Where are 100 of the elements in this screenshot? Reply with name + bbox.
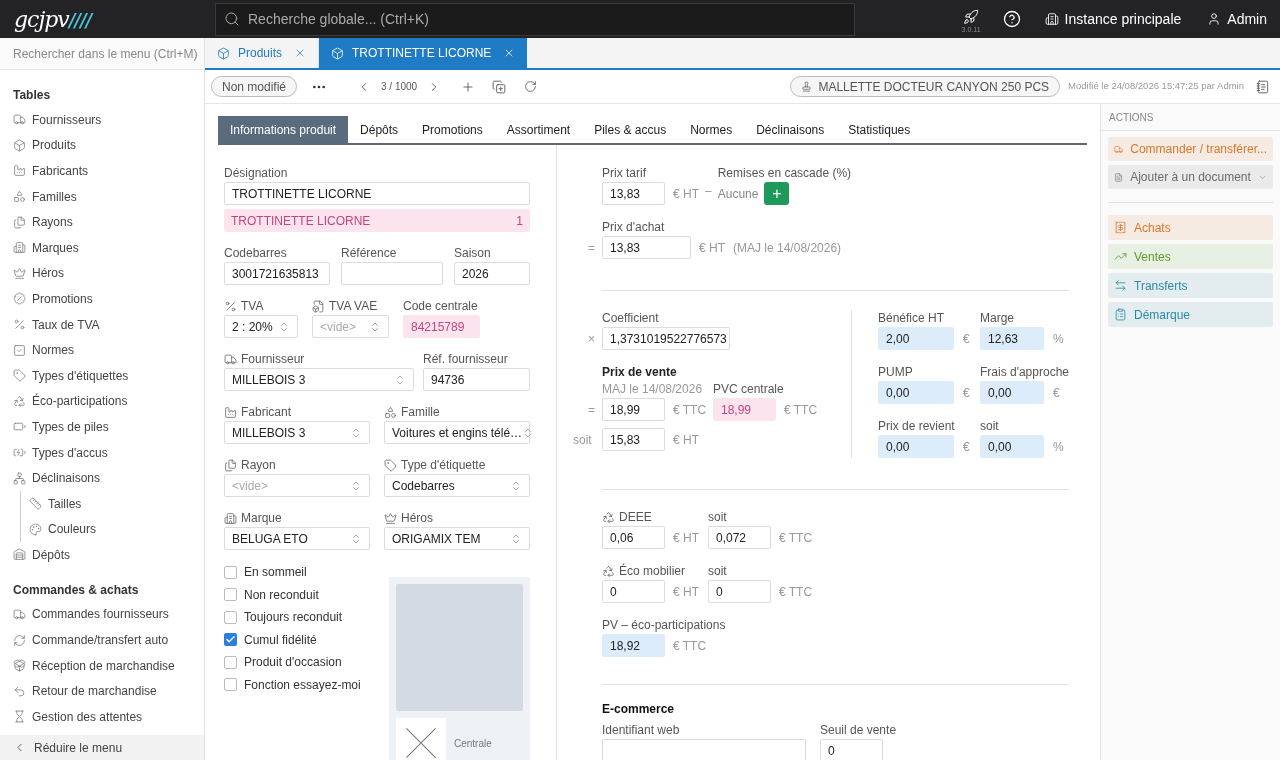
menu-item[interactable]: Produits: [0, 132, 204, 159]
input-field[interactable]: 0: [602, 580, 665, 603]
input-field[interactable]: 0,00: [980, 435, 1044, 458]
updown-icon: [394, 373, 406, 386]
section-tab[interactable]: Dépôts: [348, 116, 411, 143]
menu-item[interactable]: Déclinaisons: [0, 465, 204, 491]
menu-item[interactable]: Promotions: [0, 286, 204, 312]
input-field[interactable]: 13,83: [602, 236, 691, 259]
checkbox[interactable]: [224, 610, 237, 624]
action-link[interactable]: Transferts: [1108, 273, 1273, 298]
input-field[interactable]: 84215789: [403, 315, 480, 338]
checkbox[interactable]: [224, 565, 237, 579]
input-field[interactable]: 3001721635813: [224, 262, 330, 285]
menu-item[interactable]: Fournisseurs: [0, 107, 204, 133]
input-field[interactable]: 12,63: [980, 327, 1044, 350]
menu-item[interactable]: Héros: [0, 260, 204, 287]
checkbox[interactable]: [224, 633, 237, 647]
checkbox[interactable]: [224, 588, 237, 602]
menu-item[interactable]: Éco-participations: [0, 388, 204, 415]
field-label: Prix tarif: [602, 165, 646, 182]
add-icon[interactable]: [461, 79, 476, 94]
building-icon: [224, 511, 237, 525]
input-field[interactable]: 0,06: [602, 526, 665, 549]
menu-item[interactable]: Réception de marchandise: [0, 652, 204, 679]
input-field[interactable]: 0: [820, 739, 883, 760]
menu-item[interactable]: Retour de marchandise: [0, 678, 204, 705]
menu-item[interactable]: Types d'accus: [0, 439, 204, 466]
input-field[interactable]: [602, 739, 806, 760]
input-field[interactable]: 18,92: [602, 634, 665, 657]
menu-item[interactable]: Marques: [0, 234, 204, 261]
input-field[interactable]: 0,072: [708, 526, 771, 549]
menu-search-field[interactable]: Rechercher dans le menu (Ctrl+M): [0, 38, 204, 70]
select-field[interactable]: ORIGAMIX TEM: [384, 527, 530, 550]
unit-label: %: [1053, 330, 1064, 348]
input-field[interactable]: 0,00: [878, 381, 954, 404]
menu-item[interactable]: Normes: [0, 337, 204, 363]
select-field[interactable]: MILLEBOIS 3: [224, 421, 370, 444]
notes-icon[interactable]: [1256, 79, 1270, 94]
menu-item[interactable]: Gestion des attentes: [0, 704, 204, 730]
collapse-menu-button[interactable]: Réduire le menu: [0, 735, 204, 760]
input-field[interactable]: 18,99: [713, 398, 776, 421]
section-tab[interactable]: Promotions: [410, 116, 495, 143]
select-field[interactable]: 2 : 20%: [224, 315, 298, 338]
add-discount-button[interactable]: +: [764, 182, 790, 205]
menu-item[interactable]: Taux de TVA: [0, 311, 204, 338]
input-field[interactable]: TROTTINETTE LICORNE: [224, 182, 530, 205]
input-field[interactable]: 2,00: [878, 327, 954, 350]
document-tab[interactable]: TROTTINETTE LICORNE: [319, 38, 528, 68]
menu-item[interactable]: Fabricants: [0, 158, 204, 184]
field-label: Marge: [980, 310, 1014, 327]
field-label: Bénéfice HT: [878, 310, 944, 327]
input-field[interactable]: 0: [708, 580, 771, 603]
rocket-icon[interactable]: [963, 8, 980, 25]
select-field[interactable]: BELUGA ETO: [224, 527, 370, 550]
menu-item[interactable]: Rayons: [0, 209, 204, 235]
clipboard-icon: [1114, 308, 1127, 321]
unit-label: € HT: [673, 583, 699, 601]
input-field[interactable]: 13,83: [602, 182, 665, 205]
input-field[interactable]: 0,00: [878, 435, 954, 458]
menu-item[interactable]: Dépôts: [0, 542, 204, 568]
section-tab[interactable]: Assortiment: [494, 116, 583, 143]
checkbox[interactable]: [224, 655, 237, 669]
section-tab[interactable]: Déclinaisons: [744, 116, 837, 143]
instance-button[interactable]: Instance principale: [1044, 8, 1182, 30]
input-field[interactable]: 2026: [454, 262, 530, 285]
select-field[interactable]: Voitures et engins télé…: [384, 421, 530, 444]
image-caption: Centrale: [454, 736, 492, 751]
section-tab[interactable]: Normes: [678, 116, 745, 143]
field-label: Prix de revient: [878, 418, 955, 435]
checkbox[interactable]: [224, 678, 237, 692]
input-field[interactable]: [341, 262, 443, 285]
input-field[interactable]: 18,99: [602, 398, 665, 421]
files-icon: [224, 458, 237, 472]
input-field[interactable]: 94736: [423, 368, 530, 391]
linked-product-button[interactable]: MALLETTE DOCTEUR CANYON 250 PCS: [790, 76, 1061, 97]
section-heading: Commandes & achats: [12, 581, 140, 599]
menu-item[interactable]: Types d'étiquettes: [0, 362, 204, 389]
select-field[interactable]: Codebarres: [384, 474, 530, 497]
search-field[interactable]: Recherche globale... (Ctrl+K): [215, 2, 855, 36]
menu-item[interactable]: Tailles: [21, 490, 204, 517]
menu-item[interactable]: Commandes fournisseurs: [0, 601, 204, 628]
user-button[interactable]: Admin: [1207, 8, 1267, 30]
section-tab[interactable]: Informations produit: [218, 116, 349, 143]
menu-item[interactable]: Types de piles: [0, 414, 204, 440]
menu-item[interactable]: Commande/transfert auto: [0, 627, 204, 653]
add-to-document-dropdown[interactable]: Ajouter à un document: [1108, 165, 1273, 189]
help-icon[interactable]: [1002, 10, 1021, 28]
input-field[interactable]: 15,83: [602, 428, 665, 451]
duplicate-icon[interactable]: [492, 79, 507, 94]
reload-icon[interactable]: [524, 80, 538, 93]
input-field[interactable]: 1,3731019522776573: [602, 327, 730, 350]
modified-label: Modifié le 24/08/2026 15:47:25 par Admin: [1068, 79, 1244, 94]
panel-title: ACTIONS: [1101, 104, 1280, 131]
menu-item[interactable]: Couleurs: [21, 516, 204, 543]
central-designation-field[interactable]: TROTTINETTE LICORNE 1: [224, 209, 530, 232]
menu-item[interactable]: Familles: [0, 183, 204, 210]
input-field[interactable]: 0,00: [980, 381, 1044, 404]
section-tab[interactable]: Piles & accus: [582, 116, 679, 143]
select-field[interactable]: MILLEBOIS 3: [224, 368, 414, 391]
section-tab[interactable]: Statistiques: [836, 116, 923, 143]
